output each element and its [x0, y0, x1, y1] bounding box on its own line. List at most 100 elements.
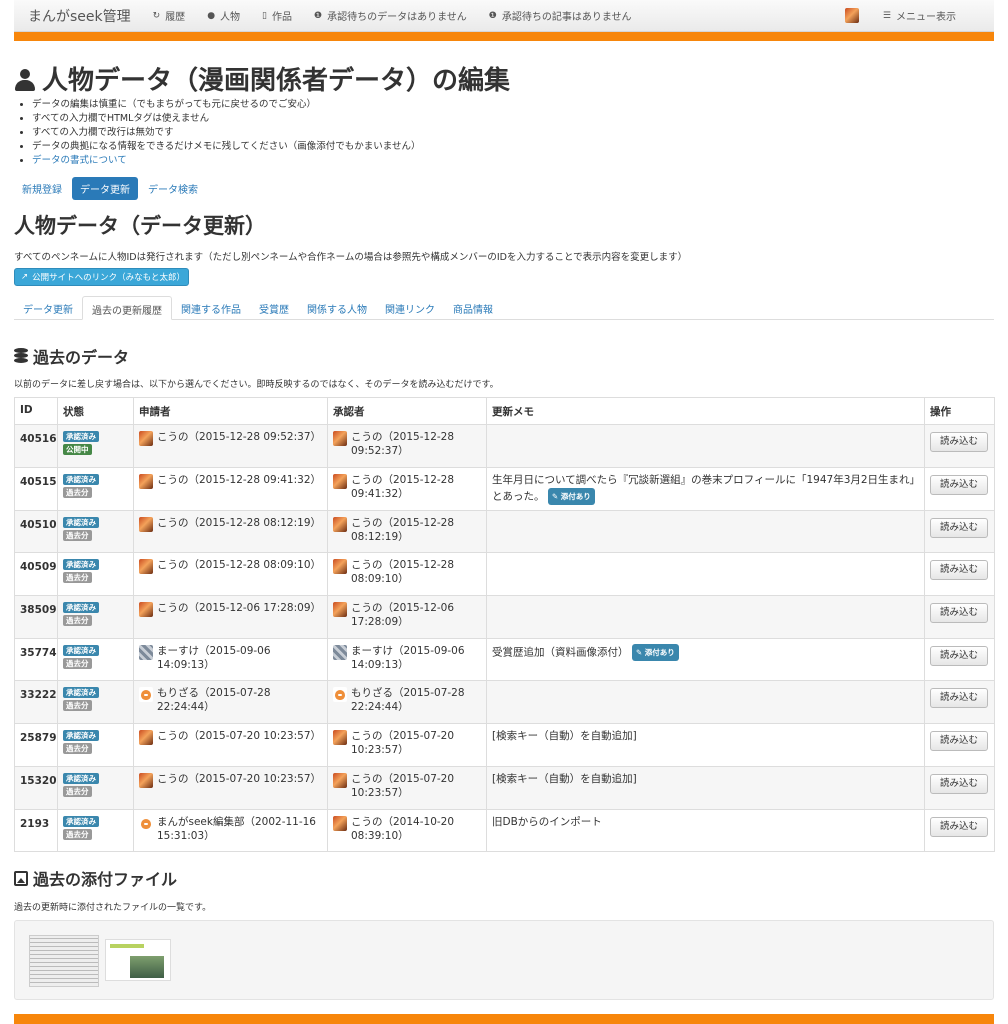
attachment-thumbnail[interactable] [105, 939, 171, 981]
row-id: 40516 [14, 424, 58, 468]
brand-logo[interactable]: まんがseek管理 [28, 6, 131, 26]
load-button[interactable]: 読み込む [930, 731, 988, 752]
row-memo [486, 509, 925, 554]
requester-avatar [139, 602, 153, 618]
person-icon: ● [207, 10, 216, 21]
load-button[interactable]: 読み込む [930, 773, 988, 794]
row-requester: こうの（2015-12-06 17:28:09） [133, 595, 328, 639]
memo-text: 受賞歴追加（資料画像添付） [492, 646, 629, 659]
database-icon [14, 348, 28, 364]
memo-text: [検索キー（自動）を自動追加] [492, 730, 637, 743]
row-memo: 旧DBからのインポート [486, 808, 925, 853]
status-badge-approved: 承認済み [63, 772, 99, 784]
requester-text: こうの（2015-07-20 10:23:57） [157, 772, 322, 785]
load-button[interactable]: 読み込む [930, 474, 988, 495]
row-action: 読み込む [924, 680, 995, 725]
pill-new[interactable]: 新規登録 [14, 177, 70, 200]
load-button[interactable]: 読み込む [930, 688, 988, 709]
tab-history[interactable]: 過去の更新履歴 [82, 296, 172, 320]
requester-avatar [139, 730, 153, 746]
status-badge-approved: 承認済み [63, 644, 99, 656]
row-requester: こうの（2015-12-28 09:52:37） [133, 424, 328, 468]
load-button[interactable]: 読み込む [930, 432, 988, 452]
status-badge-state: 過去分 [63, 785, 92, 797]
status-badge-state: 過去分 [63, 529, 92, 541]
approver-text: こうの（2015-12-28 08:12:19） [351, 516, 455, 543]
load-button[interactable]: 読み込む [930, 603, 988, 624]
requester-text: こうの（2015-07-20 10:23:57） [157, 730, 322, 743]
note-item: データの編集は慎重に（でもまちがっても元に戻せるのでご安心） [32, 98, 420, 112]
requester-text: こうの（2015-12-06 17:28:09） [157, 602, 322, 615]
nav-pending-articles[interactable]: ❶ 承認待ちの記事はありません [489, 8, 632, 24]
col-header-status: 状態 [57, 397, 134, 425]
nav-works[interactable]: ▯ 作品 [262, 8, 292, 24]
menu-toggle[interactable]: ☰ メニュー表示 [883, 8, 956, 24]
tab-related-people[interactable]: 関係する人物 [298, 296, 376, 320]
load-button[interactable]: 読み込む [930, 645, 988, 666]
person-icon [14, 67, 36, 91]
approver-text: こうの（2015-12-28 08:09:10） [351, 559, 455, 586]
row-status: 承認済み 過去分 [57, 552, 134, 597]
pill-search[interactable]: データ検索 [140, 177, 206, 200]
tab-products[interactable]: 商品情報 [444, 296, 502, 320]
tab-related-links[interactable]: 関連リンク [376, 296, 444, 320]
pill-update[interactable]: データ更新 [72, 177, 138, 200]
row-memo: 生年月日について調べたら『冗談新選組』の巻末プロフィールに「1947年3月2日生… [486, 466, 925, 511]
load-button[interactable]: 読み込む [930, 816, 988, 837]
status-badge-state: 過去分 [63, 828, 92, 840]
note-item: すべての入力欄で改行は無効です [32, 126, 420, 140]
attachment-thumbnail[interactable] [29, 935, 99, 987]
row-action: 読み込む [924, 723, 995, 767]
requester-text: こうの（2015-12-28 09:41:32） [157, 473, 322, 486]
approver-text: こうの（2014-10-20 08:39:10） [351, 815, 455, 842]
row-memo [486, 595, 925, 639]
row-memo [486, 424, 925, 468]
row-id: 38509 [14, 595, 58, 639]
history-heading-text: 過去のデータ [33, 348, 130, 367]
col-header-id: ID [14, 397, 58, 425]
user-avatar[interactable] [844, 8, 859, 23]
status-badge-state: 過去分 [63, 743, 92, 755]
row-id: 40510 [14, 509, 58, 554]
requester-avatar [139, 687, 153, 703]
attachments-well [14, 920, 994, 1000]
paperclip-icon: ✎ [551, 491, 559, 501]
nav-person[interactable]: ● 人物 [207, 8, 241, 24]
row-action: 読み込む [924, 808, 995, 853]
history-table-body: 40516 承認済み 公開中 こうの（2015-12-28 09:52:37） こうの（… [14, 424, 995, 853]
row-requester: こうの（2015-07-20 10:23:57） [133, 723, 328, 767]
load-button[interactable]: 読み込む [930, 560, 988, 581]
approver-avatar [333, 473, 347, 489]
nav-pending-articles-label: 承認待ちの記事はありません [501, 12, 632, 23]
row-approver: こうの（2014-10-20 08:39:10） [327, 808, 487, 853]
row-id: 2193 [14, 808, 58, 853]
section-description: すべてのペンネームに人物IDは発行されます（ただし別ペンネームや合作ネームの場合… [14, 252, 688, 263]
status-badge-approved: 承認済み [63, 473, 99, 485]
format-guide-link[interactable]: データの書式について [32, 155, 127, 166]
nav-history[interactable]: ↻ 履歴 [153, 8, 186, 24]
status-badge-approved: 承認済み [63, 687, 99, 699]
row-id: 35774 [14, 637, 58, 682]
row-memo [486, 680, 925, 725]
attachments-heading: 過去の添付ファイル [14, 866, 177, 890]
tab-awards[interactable]: 受賞歴 [250, 296, 298, 320]
requester-avatar [139, 431, 153, 446]
tab-data-update[interactable]: データ更新 [14, 296, 82, 320]
load-button[interactable]: 読み込む [930, 517, 988, 538]
approver-avatar [333, 559, 347, 575]
table-row: 40509 承認済み 過去分 こうの（2015-12-28 08:09:10） こうの（… [14, 552, 995, 597]
row-requester: まんがseek編集部（2002-11-16 15:31:03） [133, 808, 328, 853]
row-requester: こうの（2015-12-28 09:41:32） [133, 466, 328, 511]
public-site-link-button[interactable]: ↗ 公開サイトへのリンク（みなもと太郎） [14, 268, 189, 286]
menu-toggle-label: メニュー表示 [896, 12, 956, 23]
top-navbar: まんがseek管理 ↻ 履歴 ● 人物 ▯ 作品 ❶ 承認待ちのデータはありません ❶承… [14, 0, 994, 32]
tab-related-works[interactable]: 関連する作品 [172, 296, 250, 320]
row-requester: まーすけ（2015-09-06 14:09:13） [133, 637, 328, 682]
status-badge-state: 過去分 [63, 572, 92, 584]
approver-text: こうの（2015-12-28 09:52:37） [351, 431, 455, 457]
nav-person-label: 人物 [220, 12, 241, 23]
attachment-badge: ✎ 添付あり [631, 643, 679, 661]
row-action: 読み込む [924, 466, 995, 511]
row-id: 25879 [14, 723, 58, 767]
nav-pending-data[interactable]: ❶ 承認待ちのデータはありません [314, 8, 467, 24]
